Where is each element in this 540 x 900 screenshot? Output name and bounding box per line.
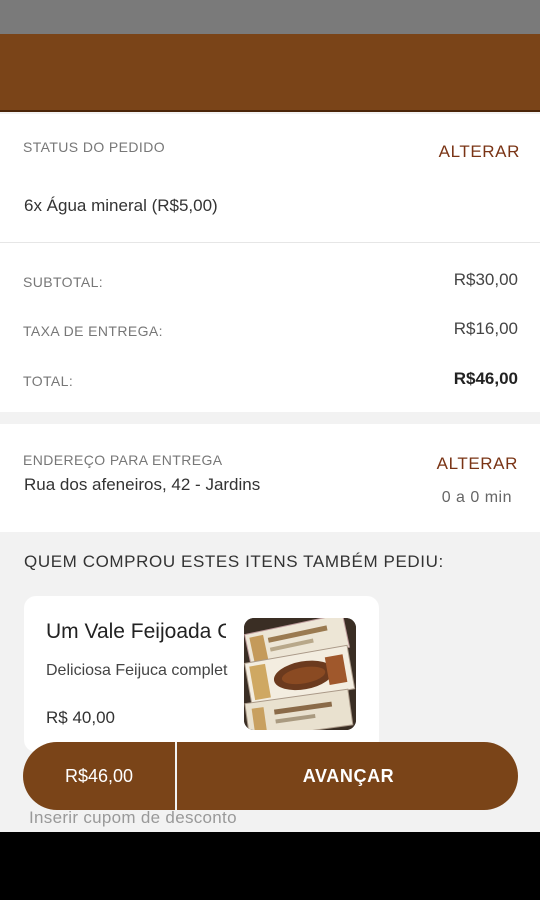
delivery-address-value: Rua dos afeneiros, 42 - Jardins (24, 475, 261, 494)
change-order-button[interactable]: ALTERAR (439, 142, 520, 162)
order-status-label: STATUS DO PEDIDO (23, 139, 166, 155)
subtotal-value: R$30,00 (453, 270, 518, 289)
subtotal-label: SUBTOTAL: (23, 274, 104, 290)
recommended-product-card[interactable]: Um Vale Feijoada Completa Deliciosa Feij… (24, 596, 379, 752)
checkout-bar: R$46,00 AVANÇAR (23, 742, 518, 810)
order-status-section: STATUS DO PEDIDO ALTERAR 6x Água mineral… (0, 114, 540, 242)
app-header (0, 34, 540, 112)
totals-section: SUBTOTAL: R$30,00 TAXA DE ENTREGA: R$16,… (0, 242, 540, 412)
product-image (244, 618, 356, 730)
system-status-bar (0, 0, 540, 34)
coupon-input[interactable]: Inserir cupom de desconto (29, 808, 237, 828)
delivery-fee-value: R$16,00 (453, 319, 518, 338)
total-value: R$46,00 (453, 369, 518, 388)
product-price: R$ 40,00 (46, 708, 115, 727)
delivery-fee-label: TAXA DE ENTREGA: (23, 323, 163, 339)
recommendations-title: QUEM COMPROU ESTES ITENS TAMBÉM PEDIU: (24, 552, 444, 571)
checkout-total-button[interactable]: R$46,00 (23, 742, 177, 810)
product-description: Deliciosa Feijuca completa (46, 662, 228, 679)
change-address-button[interactable]: ALTERAR (437, 454, 518, 474)
product-name: Um Vale Feijoada Completa (46, 620, 226, 643)
delivery-eta: 0 a 0 min (441, 489, 512, 506)
order-item: 6x Água mineral (R$5,00) (24, 196, 218, 215)
advance-button[interactable]: AVANÇAR (179, 742, 518, 810)
delivery-address-label: ENDEREÇO PARA ENTREGA (23, 452, 223, 468)
delivery-address-section: ENDEREÇO PARA ENTREGA ALTERAR Rua dos af… (0, 424, 540, 532)
total-label: TOTAL: (23, 373, 74, 389)
system-navigation-bar (0, 832, 540, 900)
